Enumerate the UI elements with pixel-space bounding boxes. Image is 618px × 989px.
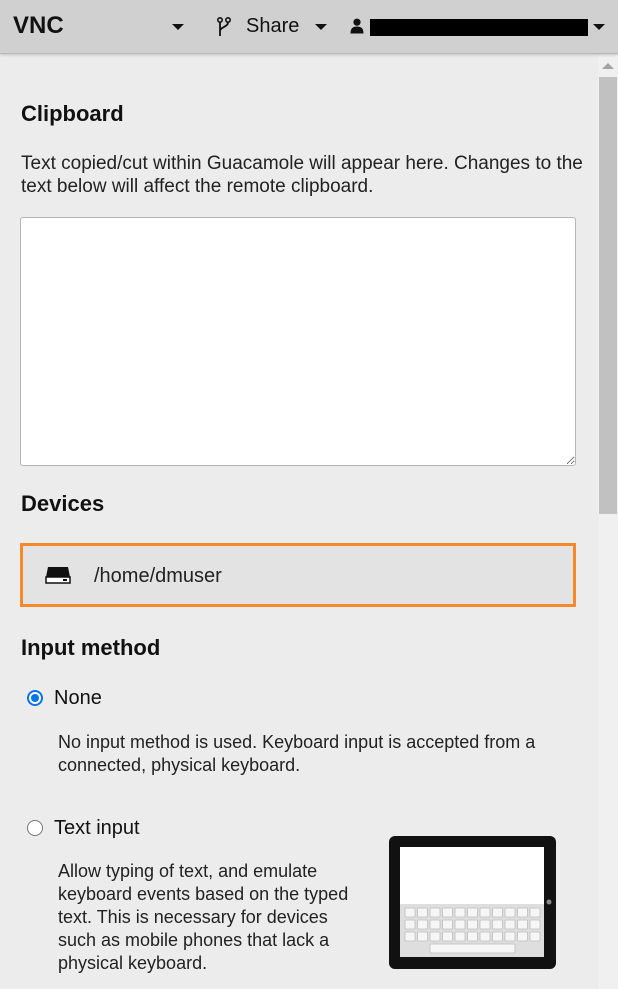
- option-text-input-label[interactable]: Text input: [54, 817, 140, 840]
- keyboard-key: [454, 907, 466, 918]
- clipboard-textarea[interactable]: [20, 217, 576, 466]
- keyboard-key: [517, 931, 528, 942]
- device-path-label: /home/dmuser: [94, 565, 222, 587]
- share-icon: [217, 17, 231, 36]
- keyboard-key: [442, 931, 453, 942]
- keyboard-key: [467, 931, 478, 942]
- device-item-home-dmuser[interactable]: /home/dmuser: [20, 543, 576, 607]
- keyboard-key: [429, 919, 441, 930]
- option-text-input-description: Allow typing of text, and emulate keyboa…: [58, 861, 349, 973]
- keyboard-key: [517, 919, 528, 930]
- sidebar-panel: Clipboard Text copied/cut within Guacamo…: [0, 55, 598, 989]
- option-none-description: No input method is used. Keyboard input …: [58, 732, 536, 775]
- keyboard-key: [479, 931, 491, 942]
- keyboard-key: [529, 907, 541, 918]
- keyboard-key: [504, 907, 516, 918]
- keyboard-key: [454, 931, 466, 942]
- keyboard-key: [404, 931, 416, 942]
- keyboard-key: [492, 919, 503, 930]
- keyboard-key: [442, 907, 453, 918]
- scrollbar[interactable]: [598, 55, 618, 989]
- user-menu-chevron-down-icon: [593, 24, 605, 30]
- keyboard-key: [492, 931, 503, 942]
- keyboard-key: [404, 919, 416, 930]
- keyboard-key: [479, 907, 491, 918]
- keyboard-key: [454, 919, 466, 930]
- menu-header: VNC Share: [0, 0, 618, 54]
- keyboard-key: [492, 907, 503, 918]
- user-icon: [350, 18, 364, 34]
- clipboard-heading: Clipboard: [21, 101, 124, 126]
- keyboard-key: [429, 907, 441, 918]
- keyboard-key: [429, 931, 441, 942]
- scroll-up-arrow-icon[interactable]: [602, 63, 614, 69]
- keyboard-key: [467, 907, 478, 918]
- keyboard-key: [417, 931, 428, 942]
- keyboard-key: [442, 919, 453, 930]
- keyboard-spacebar: [429, 943, 516, 954]
- keyboard-key: [504, 931, 516, 942]
- connection-name: VNC: [13, 12, 64, 39]
- radio-input-none[interactable]: [27, 690, 43, 706]
- radio-text-input[interactable]: [27, 820, 43, 836]
- keyboard-key: [467, 919, 478, 930]
- share-label: Share: [246, 15, 300, 37]
- scrollbar-thumb[interactable]: [599, 77, 617, 514]
- drive-icon: [45, 567, 71, 584]
- keyboard-key: [417, 919, 428, 930]
- share-chevron-down-icon: [315, 24, 327, 30]
- keyboard-key: [479, 919, 491, 930]
- clipboard-description: Text copied/cut within Guacamole will ap…: [21, 153, 583, 197]
- keyboard-key: [517, 907, 528, 918]
- tablet-keyboard-icon: [389, 836, 556, 969]
- devices-heading: Devices: [21, 491, 105, 516]
- keyboard-key: [417, 907, 428, 918]
- keyboard-key: [529, 931, 541, 942]
- user-menu[interactable]: [350, 14, 612, 40]
- input-method-heading: Input method: [21, 635, 161, 660]
- connection-menu-chevron-down-icon[interactable]: [172, 24, 184, 30]
- keyboard-key: [404, 907, 416, 918]
- keyboard-key: [504, 919, 516, 930]
- option-none-label[interactable]: None: [54, 687, 102, 710]
- user-name-redacted: [370, 19, 588, 36]
- keyboard-key: [529, 919, 541, 930]
